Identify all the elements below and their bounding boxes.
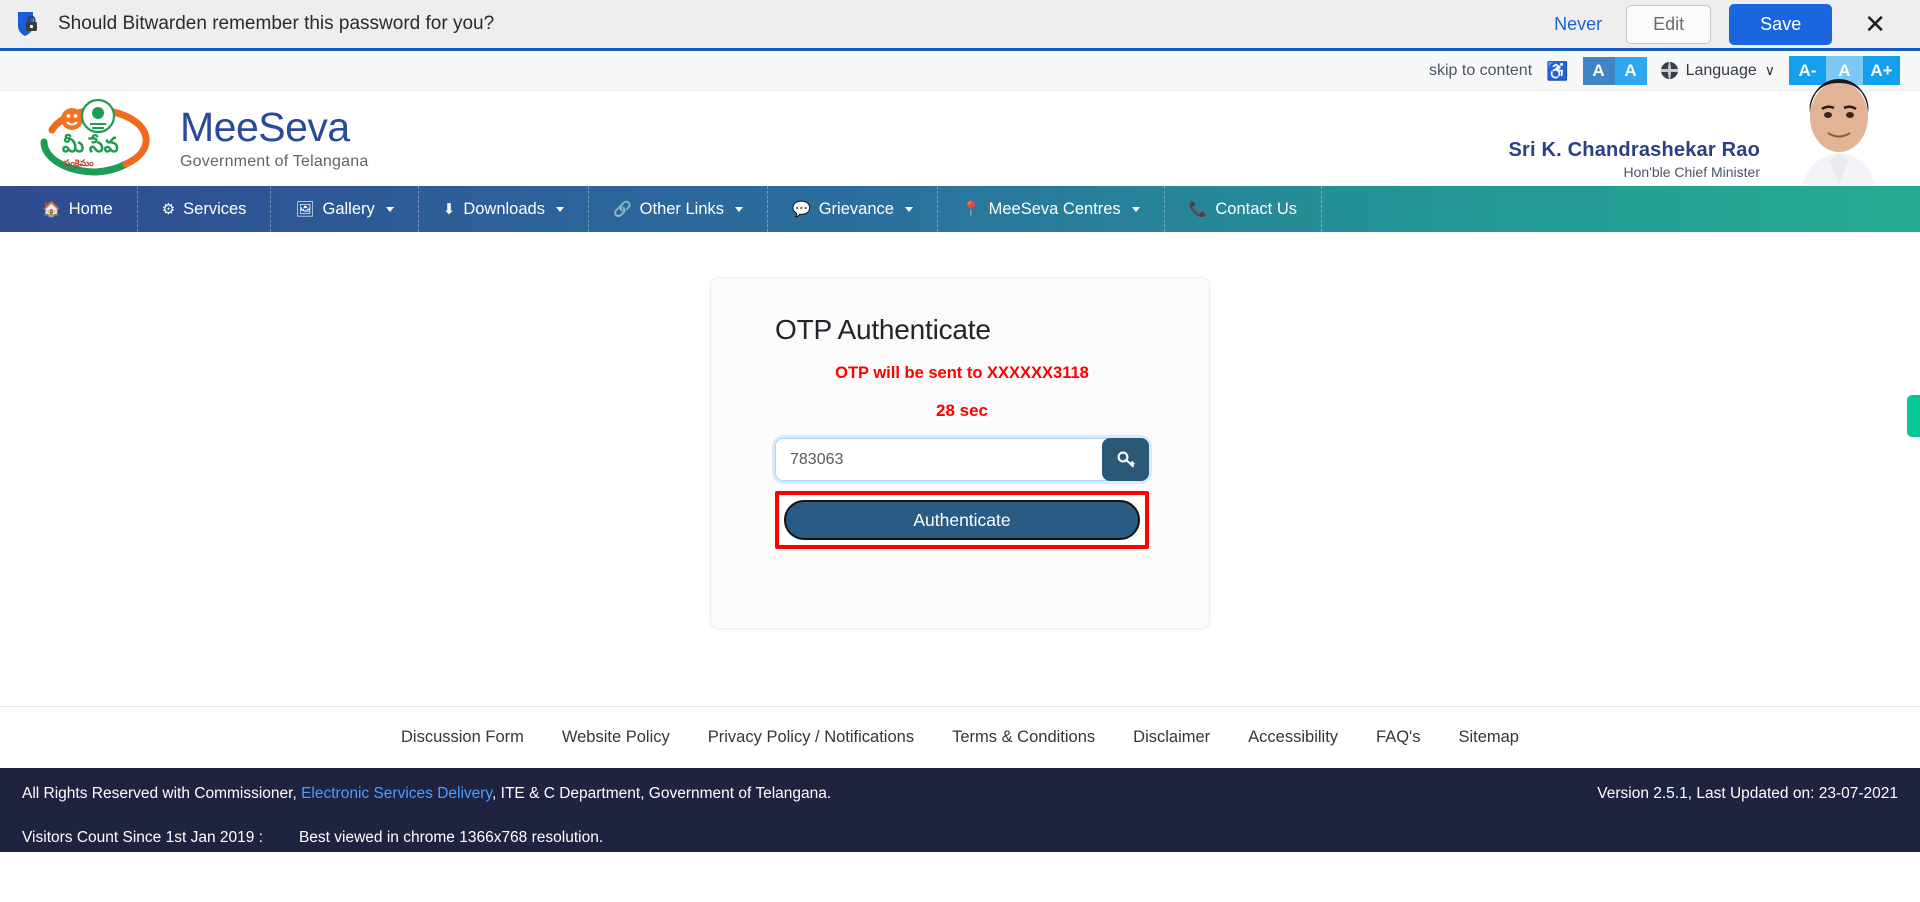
nav-item-meeseva-centres[interactable]: 📍 MeeSeva Centres	[938, 186, 1165, 232]
otp-input-row	[775, 438, 1149, 481]
authenticate-highlight-box: Authenticate	[775, 491, 1149, 549]
nav-label: Contact Us	[1215, 199, 1297, 218]
brand-title: MeeSeva	[180, 103, 350, 150]
footer-link-sitemap[interactable]: Sitemap	[1458, 728, 1519, 747]
footer-link-privacy-policy[interactable]: Privacy Policy / Notifications	[708, 728, 914, 747]
bitwarden-shield-lock-icon	[14, 9, 44, 39]
chevron-down-icon	[385, 206, 394, 212]
footer-link-accessibility[interactable]: Accessibility	[1248, 728, 1338, 747]
chevron-down-icon	[904, 206, 913, 212]
footer-link-terms-conditions[interactable]: Terms & Conditions	[952, 728, 1095, 747]
otp-authenticate-card: OTP Authenticate OTP will be sent to XXX…	[710, 277, 1210, 629]
main-content: OTP Authenticate OTP will be sent to XXX…	[0, 232, 1920, 706]
nav-item-services[interactable]: ⚙ Services	[138, 186, 272, 232]
password-prompt-actions: Never Edit Save ✕	[1548, 3, 1892, 45]
chief-minister-name: Sri K. Chandrashekar Rao	[1508, 139, 1760, 161]
comment-icon: 💬	[792, 200, 811, 218]
nav-item-downloads[interactable]: ⬇ Downloads	[419, 186, 589, 232]
password-save-prompt: Should Bitwarden remember this password …	[0, 0, 1920, 51]
key-icon-button[interactable]	[1102, 438, 1149, 481]
page-title: OTP Authenticate	[775, 314, 991, 345]
footer-link-faqs[interactable]: FAQ's	[1376, 728, 1420, 747]
electronic-services-delivery-link[interactable]: Electronic Services Delivery	[301, 785, 492, 802]
authenticate-button[interactable]: Authenticate	[784, 500, 1140, 540]
copyright-text: All Rights Reserved with Commissioner, E…	[22, 785, 831, 803]
nav-item-contact-us[interactable]: 📞 Contact Us	[1165, 186, 1322, 232]
otp-input[interactable]	[775, 438, 1110, 481]
image-icon: 🖼	[295, 200, 315, 218]
nav-item-home[interactable]: 🏠 Home	[0, 186, 138, 232]
best-viewed-text: Best viewed in chrome 1366x768 resolutio…	[298, 829, 604, 846]
nav-item-grievance[interactable]: 💬 Grievance	[768, 186, 938, 232]
site-logo[interactable]: మీ సేవ సంక్షెమం MeeSeva Government of Te…	[34, 96, 368, 182]
password-prompt-message: Should Bitwarden remember this password …	[58, 13, 495, 34]
nav-item-other-links[interactable]: 🔗 Other Links	[589, 186, 769, 232]
nav-label: Other Links	[639, 199, 725, 218]
wheelchair-accessibility-icon[interactable]: ♿	[1546, 62, 1568, 80]
otp-countdown-timer: 28 sec	[936, 401, 988, 420]
download-icon: ⬇	[442, 200, 456, 218]
save-button[interactable]: Save	[1729, 3, 1833, 45]
footer-link-disclaimer[interactable]: Disclaimer	[1133, 728, 1210, 747]
globe-icon	[1660, 62, 1678, 79]
version-text: Version 2.5.1, Last Updated on: 23-07-20…	[1597, 785, 1898, 802]
svg-text:సేవ: సేవ	[88, 133, 119, 157]
svg-text:సంక్షెమం: సంక్షెమం	[64, 159, 94, 169]
site-masthead: మీ సేవ సంక్షెమం MeeSeva Government of Te…	[0, 79, 1920, 186]
accessibility-toolbar: skip to content ♿ A A Language ∨ A- A A+	[0, 51, 1920, 91]
chief-minister-role: Hon'ble Chief Minister	[1623, 164, 1760, 180]
language-selector[interactable]: Language ∨	[1660, 61, 1775, 80]
link-icon: 🔗	[612, 200, 632, 218]
key-icon	[1117, 451, 1135, 467]
nav-label: Downloads	[463, 199, 545, 218]
nav-label: Services	[183, 199, 247, 218]
chief-minister-portrait	[1778, 73, 1900, 185]
chevron-down-icon	[1131, 206, 1140, 212]
meeseva-emblem-logo: మీ సేవ సంక్షెమం	[34, 96, 166, 182]
nav-label: Gallery	[322, 199, 375, 218]
never-button[interactable]: Never	[1548, 10, 1608, 39]
visitors-count-label: Visitors Count Since 1st Jan 2019 :	[22, 829, 263, 846]
nav-item-gallery[interactable]: 🖼 Gallery	[271, 186, 419, 232]
footer-info-bar: All Rights Reserved with Commissioner, E…	[0, 768, 1920, 852]
copyright-suffix: , ITE & C Department, Government of Tela…	[492, 785, 832, 802]
home-icon: 🏠	[42, 200, 61, 218]
chevron-down-icon	[555, 206, 564, 212]
contrast-light-button[interactable]: A	[1614, 56, 1647, 85]
footer-link-website-policy[interactable]: Website Policy	[562, 728, 670, 747]
edit-button[interactable]: Edit	[1626, 4, 1712, 44]
gear-icon: ⚙	[161, 200, 176, 218]
svg-text:మీ: మీ	[62, 133, 84, 157]
phone-icon: 📞	[1188, 200, 1208, 218]
skip-to-content-link[interactable]: skip to content	[1429, 62, 1532, 80]
close-icon[interactable]: ✕	[1858, 9, 1892, 39]
nav-label: MeeSeva Centres	[988, 199, 1121, 218]
chevron-down-icon: ∨	[1764, 62, 1775, 78]
nav-label: Home	[68, 199, 113, 218]
nav-label: Grievance	[818, 199, 894, 218]
footer-link-bar: Discussion Form Website Policy Privacy P…	[0, 706, 1920, 768]
contrast-toggle-group: A A	[1582, 56, 1647, 85]
feedback-side-tab[interactable]	[1907, 395, 1920, 437]
chief-minister-info: Sri K. Chandrashekar Rao Hon'ble Chief M…	[1508, 139, 1760, 180]
main-navigation: 🏠 Home ⚙ Services 🖼 Gallery ⬇ Downloads …	[0, 186, 1920, 232]
otp-destination-message: OTP will be sent to XXXXXX3118	[835, 364, 1089, 382]
contrast-dark-button[interactable]: A	[1582, 56, 1615, 85]
map-pin-icon: 📍	[961, 200, 981, 218]
chevron-down-icon	[735, 206, 744, 212]
brand-subtitle: Government of Telangana	[180, 152, 369, 170]
language-label: Language	[1685, 61, 1757, 79]
footer-link-discussion-form[interactable]: Discussion Form	[401, 728, 524, 747]
copyright-prefix: All Rights Reserved with Commissioner,	[22, 785, 302, 802]
